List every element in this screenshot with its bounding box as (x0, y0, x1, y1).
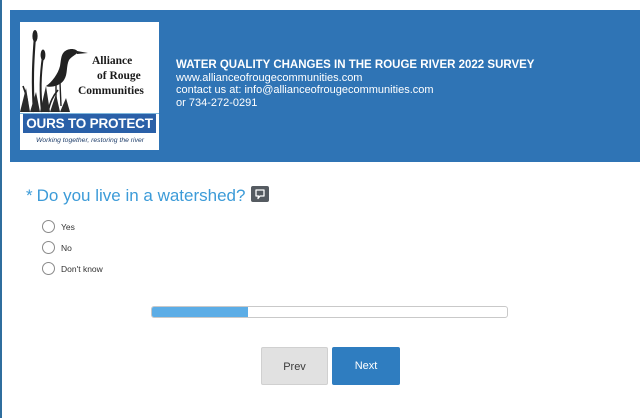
answer-options: Yes No Don't know (42, 216, 103, 279)
contact-email[interactable]: contact us at: info@allianceofrougecommu… (176, 84, 534, 97)
logo-text-line1: Alliance (92, 55, 133, 67)
alliance-logo: Alliance of Rouge Communities OURS TO PR… (20, 22, 159, 150)
option-label-yes: Yes (61, 221, 75, 232)
option-dont-know[interactable]: Don't know (42, 258, 103, 279)
option-label-dont-know: Don't know (61, 263, 103, 274)
contact-phone: or 734-272-0291 (176, 96, 258, 109)
website-link[interactable]: www.allianceofrougecommunities.com (176, 72, 534, 85)
heron-icon (20, 30, 159, 114)
survey-frame: Alliance of Rouge Communities OURS TO PR… (0, 0, 640, 418)
question-heading: * Do you live in a watershed? (26, 186, 270, 206)
required-marker: * (26, 186, 33, 205)
header-info: WATER QUALITY CHANGES IN THE ROUGE RIVER… (176, 59, 534, 109)
radio-dont-know[interactable] (42, 262, 55, 275)
radio-no[interactable] (42, 241, 55, 254)
next-button[interactable]: Next (332, 347, 400, 385)
option-no[interactable]: No (42, 237, 103, 258)
logo-text-line2: of Rouge (97, 70, 141, 82)
question-text: Do you live in a watershed? (36, 186, 246, 205)
prev-button[interactable]: Prev (261, 347, 328, 385)
comment-button[interactable] (251, 186, 270, 202)
progress-fill (152, 307, 248, 317)
logo-tagline: Working together, restoring the river (35, 137, 145, 144)
speech-bubble-icon (255, 189, 266, 200)
radio-yes[interactable] (42, 220, 55, 233)
logo-text-line3: Communities (78, 85, 144, 97)
survey-title: WATER QUALITY CHANGES IN THE ROUGE RIVER… (176, 59, 535, 71)
logo-banner: OURS TO PROTECT (23, 114, 156, 133)
option-yes[interactable]: Yes (42, 216, 103, 237)
progress-bar (151, 306, 508, 318)
survey-header: Alliance of Rouge Communities OURS TO PR… (10, 10, 640, 162)
option-label-no: No (61, 242, 72, 253)
